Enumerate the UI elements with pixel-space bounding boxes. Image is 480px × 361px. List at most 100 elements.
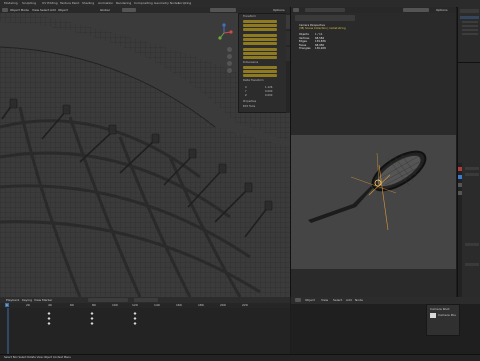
dimension-field-a[interactable] [243,66,277,70]
ruler-tick: 20 [26,303,30,307]
modifier-properties-tab-icon[interactable] [458,175,462,179]
options-dropdown[interactable]: Options [273,8,285,12]
outliner-row[interactable] [462,25,478,27]
ruler-tick: 100 [112,303,118,307]
dimension-field-b[interactable] [243,70,277,74]
rotation-x-field[interactable] [243,34,277,38]
shading-buttons[interactable] [210,8,236,12]
popup-item-camera-root[interactable]: Camera Root [430,307,450,311]
camera-header-menus[interactable] [305,8,345,12]
menu-marker[interactable]: Marker [42,298,52,302]
stat-triangles-value: 136,928 [315,47,326,50]
current-frame-indicator[interactable]: 1 [5,303,9,307]
menu-view[interactable]: View [321,298,328,302]
tab-icon[interactable] [458,191,462,195]
menu-object[interactable]: Object [58,8,68,12]
popup-item-camera-pos[interactable]: Camera Pos [438,313,456,317]
tab-icon[interactable] [458,183,462,187]
delta-transform-header[interactable]: Delta Transform [243,79,264,82]
outliner-search[interactable] [460,9,479,13]
value-x[interactable]: 1.126 [265,86,272,89]
options-dropdown[interactable]: Options [436,8,448,12]
location-x-field[interactable] [243,20,277,24]
scale-x-field[interactable] [243,48,277,52]
ruler-tick: 80 [92,303,96,307]
menu-playback[interactable]: Playback [6,298,19,302]
workspace-tab-modeling[interactable]: Modeling [4,1,18,6]
dimension-field-c[interactable] [243,74,277,78]
edit-tools-section-header[interactable]: Edit Tools [243,105,255,108]
outliner-row[interactable] [462,33,478,35]
value-z[interactable]: 0.000 [265,94,272,97]
menu-select[interactable]: Select [40,8,49,12]
ruler-tick: 160 [176,303,182,307]
transform-orientation-select[interactable]: Global [100,8,110,12]
ruler-tick: 180 [198,303,204,307]
outliner-row[interactable] [462,21,478,23]
gizmo-toolbar[interactable] [295,15,355,21]
transform-section-header[interactable]: Transform [243,15,256,18]
workspace-tab-geometry-nodes[interactable]: Geometry Nodes [154,1,179,6]
editor-type-button[interactable] [293,8,299,12]
menu-keying[interactable]: Keying [22,298,32,302]
outliner-row[interactable] [462,29,478,31]
property-field[interactable] [465,167,479,170]
node-thumbnail [430,313,436,318]
timeline-keyframes [7,308,137,354]
object-properties-tab-icon[interactable] [458,167,462,171]
menu-select[interactable]: Select [333,298,342,302]
menu-view[interactable]: View [34,298,41,302]
workspace-tab-compositing[interactable]: Compositing [134,1,153,6]
scale-z-field[interactable] [243,56,277,60]
menu-add[interactable]: Add [346,298,352,302]
workspace-tab-scripting[interactable]: Scripting [178,1,191,6]
camera-shading-buttons[interactable] [403,8,429,12]
n-panel-tabs [286,13,290,113]
viewport-camera-header: Options [291,7,456,13]
properties-section-header[interactable]: Properties [243,100,256,103]
frame-range-fields[interactable] [134,298,158,302]
snapping-buttons[interactable] [122,8,136,12]
editor-type-button[interactable] [295,298,301,302]
navigation-gizmo[interactable] [214,23,234,43]
axis-z-label: Z [245,94,247,97]
workspace-tab-texture-paint[interactable]: Texture Paint [60,1,79,6]
axis-x-label: X [245,86,247,89]
viewport-camera[interactable]: Options Camera Perspective (38) Scene Co… [291,7,456,297]
menu-add[interactable]: Add [50,8,56,12]
menu-view[interactable]: View [32,8,39,12]
location-z-field[interactable] [243,28,277,32]
workspace-tab-sculpting[interactable]: Sculpting [22,1,36,6]
axis-y-label: Y [245,90,247,93]
property-field[interactable] [465,243,479,246]
menu-object[interactable]: Object [305,298,315,302]
properties-panel [457,62,480,298]
ruler-tick: 40 [48,303,52,307]
tab-item[interactable] [286,15,290,29]
workspace-tab-animation[interactable]: Animation [98,1,113,6]
property-field[interactable] [465,173,479,176]
workspace-tab-shading[interactable]: Shading [82,1,94,6]
status-hints: Select Box Select Rotate View Object Con… [4,356,71,359]
outliner-row-active[interactable] [460,16,479,19]
viewport-nav-buttons[interactable] [227,47,232,77]
menu-node[interactable]: Node [355,298,363,302]
playback-controls[interactable] [88,298,128,302]
value-y[interactable]: 0.000 [265,90,272,93]
rotation-y-field[interactable] [243,38,277,42]
ruler-tick: 140 [154,303,160,307]
workspace-tab-uv-editing[interactable]: UV Editing [42,1,58,6]
sidebar-n-panel: Transform Dimensions Delta Transform X 1… [238,13,288,113]
dimensions-section-header[interactable]: Dimensions [243,61,258,64]
location-y-field[interactable] [243,24,277,28]
ruler-tick: 60 [70,303,74,307]
tab-tool[interactable] [286,31,290,45]
workspace-tab-rendering[interactable]: Rendering [116,1,131,6]
editor-type-button[interactable] [2,8,8,12]
stat-triangles-label: Triangles [299,47,311,50]
property-field[interactable] [465,263,479,266]
tab-view[interactable] [286,47,290,61]
rotation-z-field[interactable] [243,42,277,46]
mode-select[interactable]: Object Mode [10,8,29,12]
scale-y-field[interactable] [243,52,277,56]
